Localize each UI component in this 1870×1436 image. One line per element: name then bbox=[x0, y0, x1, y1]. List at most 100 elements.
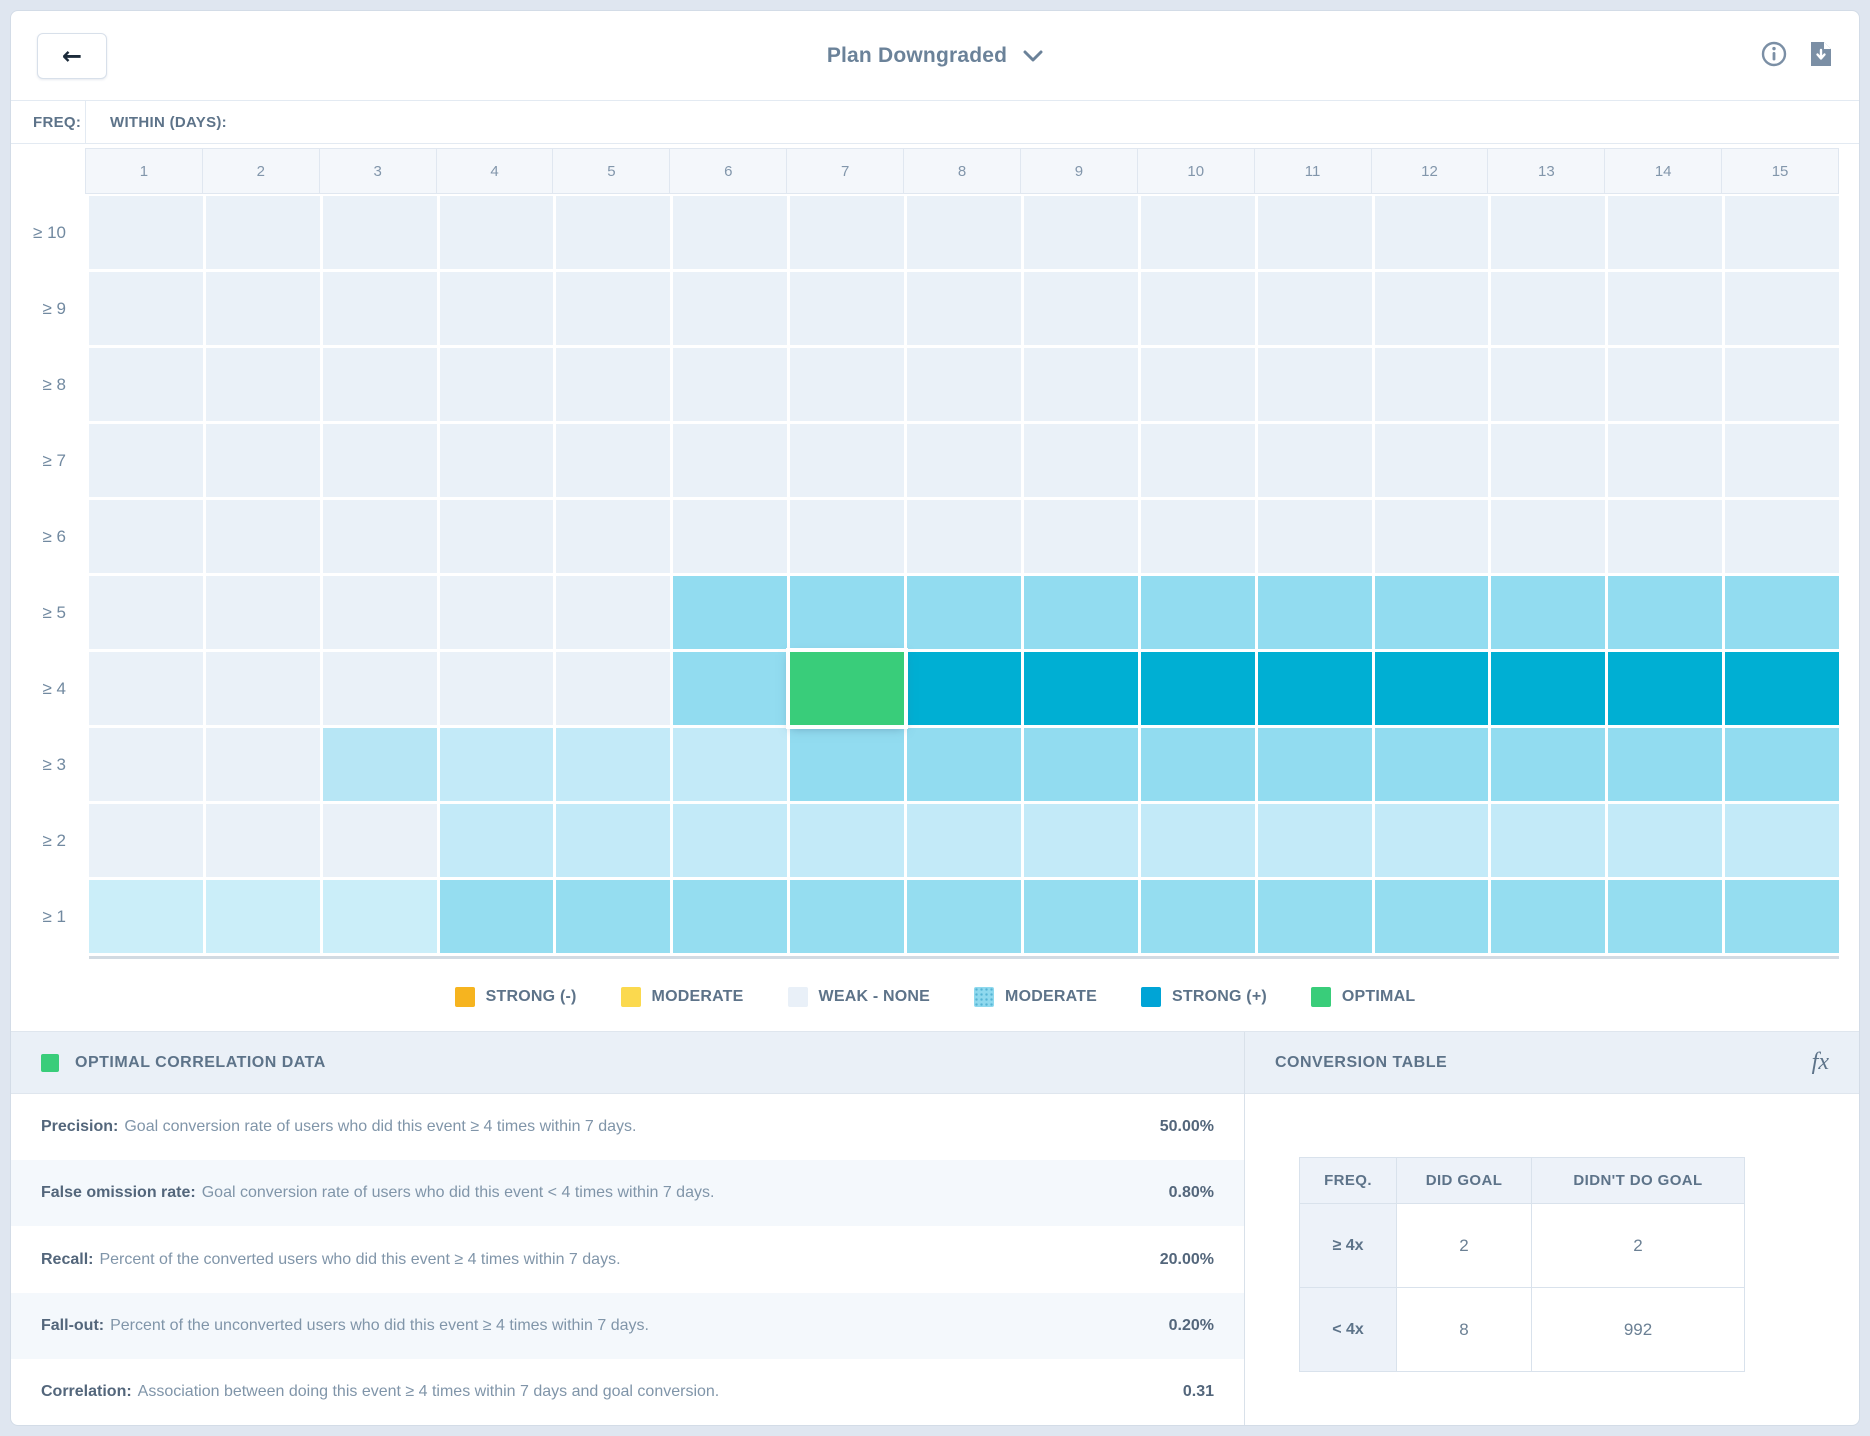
heatmap-cell[interactable] bbox=[323, 880, 437, 953]
heatmap-cell[interactable] bbox=[907, 880, 1021, 953]
heatmap-cell[interactable] bbox=[206, 652, 320, 725]
heatmap-cell[interactable] bbox=[1141, 880, 1255, 953]
heatmap-cell[interactable] bbox=[1375, 576, 1489, 649]
heatmap-cell[interactable] bbox=[556, 652, 670, 725]
heatmap-cell[interactable] bbox=[556, 424, 670, 497]
heatmap-cell[interactable] bbox=[440, 652, 554, 725]
heatmap-cell[interactable] bbox=[673, 500, 787, 573]
heatmap-cell[interactable] bbox=[323, 272, 437, 345]
heatmap-cell[interactable] bbox=[440, 880, 554, 953]
download-button[interactable] bbox=[1809, 40, 1833, 71]
heatmap-cell[interactable] bbox=[1141, 576, 1255, 649]
heatmap-cell[interactable] bbox=[1491, 500, 1605, 573]
heatmap-cell[interactable] bbox=[440, 424, 554, 497]
event-dropdown[interactable]: Plan Downgraded bbox=[827, 44, 1043, 68]
heatmap-cell[interactable] bbox=[1141, 272, 1255, 345]
heatmap-cell[interactable] bbox=[1608, 424, 1722, 497]
heatmap-cell[interactable] bbox=[440, 728, 554, 801]
heatmap-cell[interactable] bbox=[790, 728, 904, 801]
heatmap-cell[interactable] bbox=[440, 272, 554, 345]
heatmap-cell[interactable] bbox=[556, 272, 670, 345]
heatmap-cell[interactable] bbox=[1725, 272, 1839, 345]
heatmap-cell[interactable] bbox=[1375, 728, 1489, 801]
heatmap-cell[interactable] bbox=[206, 272, 320, 345]
back-button[interactable]: ← bbox=[37, 33, 107, 79]
heatmap-cell[interactable] bbox=[1258, 652, 1372, 725]
heatmap-cell[interactable] bbox=[440, 576, 554, 649]
heatmap-cell[interactable] bbox=[1375, 272, 1489, 345]
heatmap-cell[interactable] bbox=[206, 424, 320, 497]
heatmap-cell[interactable] bbox=[1725, 196, 1839, 269]
heatmap-cell[interactable] bbox=[89, 348, 203, 421]
heatmap-cell[interactable] bbox=[206, 728, 320, 801]
heatmap-cell[interactable] bbox=[1375, 196, 1489, 269]
heatmap-cell[interactable] bbox=[1141, 804, 1255, 877]
heatmap-cell[interactable] bbox=[1024, 576, 1138, 649]
heatmap-cell[interactable] bbox=[556, 500, 670, 573]
heatmap-cell[interactable] bbox=[1725, 500, 1839, 573]
heatmap-cell[interactable] bbox=[1258, 500, 1372, 573]
heatmap-cell[interactable] bbox=[1375, 500, 1489, 573]
heatmap-cell[interactable] bbox=[1258, 196, 1372, 269]
heatmap-cell[interactable] bbox=[1725, 652, 1839, 725]
heatmap-cell[interactable] bbox=[673, 880, 787, 953]
heatmap-cell[interactable] bbox=[1258, 348, 1372, 421]
heatmap-cell[interactable] bbox=[1375, 880, 1489, 953]
heatmap-cell[interactable] bbox=[1491, 728, 1605, 801]
heatmap-cell[interactable] bbox=[790, 576, 904, 649]
heatmap-cell[interactable] bbox=[1024, 500, 1138, 573]
heatmap-cell[interactable] bbox=[1725, 804, 1839, 877]
heatmap-cell[interactable] bbox=[89, 804, 203, 877]
heatmap-cell[interactable] bbox=[790, 196, 904, 269]
heatmap-cell[interactable] bbox=[440, 196, 554, 269]
heatmap-cell[interactable] bbox=[907, 576, 1021, 649]
heatmap-cell[interactable] bbox=[1141, 500, 1255, 573]
heatmap-cell[interactable] bbox=[323, 576, 437, 649]
heatmap-cell[interactable] bbox=[907, 424, 1021, 497]
heatmap-cell[interactable] bbox=[790, 804, 904, 877]
heatmap-cell[interactable] bbox=[89, 272, 203, 345]
heatmap-cell[interactable] bbox=[1375, 348, 1489, 421]
heatmap-cell[interactable] bbox=[1491, 272, 1605, 345]
heatmap-cell[interactable] bbox=[1141, 652, 1255, 725]
heatmap-cell[interactable] bbox=[790, 348, 904, 421]
heatmap-cell[interactable] bbox=[1608, 272, 1722, 345]
heatmap-cell[interactable] bbox=[206, 500, 320, 573]
heatmap-cell[interactable] bbox=[206, 804, 320, 877]
heatmap-cell[interactable] bbox=[323, 500, 437, 573]
heatmap-cell[interactable] bbox=[673, 196, 787, 269]
heatmap-cell[interactable] bbox=[556, 576, 670, 649]
heatmap-cell[interactable] bbox=[907, 196, 1021, 269]
heatmap-cell[interactable] bbox=[790, 424, 904, 497]
heatmap-cell[interactable] bbox=[1024, 652, 1138, 725]
heatmap-cell[interactable] bbox=[907, 348, 1021, 421]
heatmap-cell[interactable] bbox=[89, 424, 203, 497]
heatmap-cell[interactable] bbox=[1491, 196, 1605, 269]
heatmap-cell[interactable] bbox=[673, 728, 787, 801]
heatmap-cell[interactable] bbox=[556, 348, 670, 421]
heatmap-cell[interactable] bbox=[556, 196, 670, 269]
heatmap-cell[interactable] bbox=[1725, 424, 1839, 497]
heatmap-cell[interactable] bbox=[1608, 880, 1722, 953]
heatmap-cell[interactable] bbox=[1725, 576, 1839, 649]
heatmap-cell[interactable] bbox=[1024, 348, 1138, 421]
heatmap-cell[interactable] bbox=[556, 728, 670, 801]
heatmap-cell[interactable] bbox=[1491, 652, 1605, 725]
heatmap-cell[interactable] bbox=[790, 500, 904, 573]
heatmap-cell[interactable] bbox=[440, 348, 554, 421]
heatmap-cell[interactable] bbox=[790, 880, 904, 953]
heatmap-cell[interactable] bbox=[907, 272, 1021, 345]
heatmap-cell[interactable] bbox=[440, 500, 554, 573]
heatmap-cell[interactable] bbox=[1608, 804, 1722, 877]
heatmap-cell[interactable] bbox=[89, 196, 203, 269]
heatmap-cell[interactable] bbox=[1024, 424, 1138, 497]
heatmap-cell[interactable] bbox=[323, 348, 437, 421]
heatmap-cell[interactable] bbox=[1491, 424, 1605, 497]
heatmap-cell[interactable] bbox=[907, 652, 1021, 725]
heatmap-cell[interactable] bbox=[673, 272, 787, 345]
heatmap-cell[interactable] bbox=[206, 576, 320, 649]
heatmap-cell[interactable] bbox=[1491, 348, 1605, 421]
heatmap-cell[interactable] bbox=[1375, 652, 1489, 725]
heatmap-cell[interactable] bbox=[1141, 196, 1255, 269]
heatmap-cell[interactable] bbox=[1258, 880, 1372, 953]
